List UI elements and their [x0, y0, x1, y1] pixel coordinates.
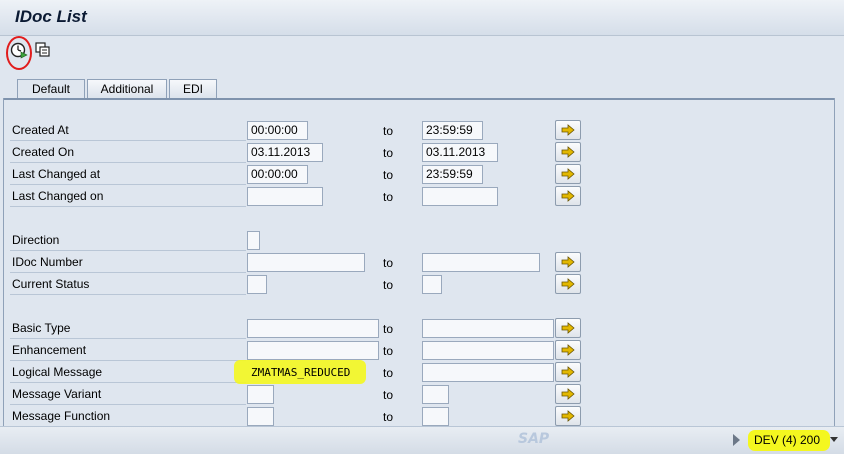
to-label: to [383, 190, 394, 204]
enhancement-label: Enhancement [10, 340, 246, 361]
enhancement-to-field[interactable] [422, 341, 554, 360]
created-at-to-field[interactable]: 23:59:59 [422, 121, 483, 140]
sap-logo: SAP [518, 431, 550, 447]
to-label: to [383, 146, 394, 160]
row-idoc-number: IDoc Number to [10, 252, 840, 274]
multi-select-arrow-icon [561, 322, 575, 334]
message-variant-label: Message Variant [10, 384, 246, 405]
to-label: to [383, 322, 394, 336]
multi-select-arrow-icon [561, 124, 575, 136]
last-changed-on-from-field[interactable] [247, 187, 323, 206]
page-title: IDoc List [15, 7, 87, 26]
multi-select-arrow-icon [561, 388, 575, 400]
idoc-number-from-field[interactable] [247, 253, 365, 272]
message-function-multiple-selection-button[interactable] [555, 406, 581, 426]
title-bar: IDoc List [0, 0, 844, 36]
tab-additional-label: Additional [100, 82, 154, 96]
enhancement-from-field[interactable] [247, 341, 379, 360]
to-label: to [383, 256, 394, 270]
tab-edi-label: EDI [182, 82, 203, 96]
message-variant-multiple-selection-button[interactable] [555, 384, 581, 404]
tab-additional[interactable]: Additional [87, 79, 167, 99]
last-changed-at-label: Last Changed at [10, 164, 246, 185]
last-changed-at-from-field[interactable]: 00:00:00 [247, 165, 308, 184]
multi-select-arrow-icon [561, 410, 575, 422]
to-label: to [383, 388, 394, 402]
system-info: DEV (4) 200 [754, 433, 821, 447]
created-on-from-field[interactable]: 03.11.2013 [247, 143, 323, 162]
row-message-function: Message Function to [10, 406, 840, 428]
last-changed-at-multiple-selection-button[interactable] [555, 164, 581, 184]
multi-select-arrow-icon [561, 344, 575, 356]
basic-type-multiple-selection-button[interactable] [555, 318, 581, 338]
message-function-label: Message Function [10, 406, 246, 427]
multi-select-arrow-icon [561, 146, 575, 158]
row-current-status: Current Status to [10, 274, 840, 296]
row-logical-message: Logical Message ZMATMAS_REDUCED to [10, 360, 840, 384]
logical-message-from-field[interactable]: ZMATMAS_REDUCED [247, 363, 379, 382]
to-label: to [383, 278, 394, 292]
basic-type-label: Basic Type [10, 318, 246, 339]
idoc-number-label: IDoc Number [10, 252, 246, 273]
multi-select-arrow-icon [561, 190, 575, 202]
created-on-label: Created On [10, 142, 246, 163]
message-variant-to-field[interactable] [422, 385, 449, 404]
current-status-to-field[interactable] [422, 275, 442, 294]
row-created-at: Created At 00:00:00 to 23:59:59 [10, 120, 840, 142]
created-at-multiple-selection-button[interactable] [555, 120, 581, 140]
red-annotation-circle [6, 36, 32, 70]
row-direction: Direction [10, 230, 840, 252]
status-bar: SAP DEV (4) 200 [0, 426, 844, 454]
row-basic-type: Basic Type to [10, 318, 840, 340]
created-at-from-field[interactable]: 00:00:00 [247, 121, 308, 140]
to-label: to [383, 124, 394, 138]
to-label: to [383, 168, 394, 182]
basic-type-from-field[interactable] [247, 319, 379, 338]
logical-message-label: Logical Message [10, 362, 246, 383]
enhancement-multiple-selection-button[interactable] [555, 340, 581, 360]
direction-field[interactable] [247, 231, 260, 250]
system-info-dropdown-icon[interactable] [830, 437, 838, 442]
created-on-multiple-selection-button[interactable] [555, 142, 581, 162]
multi-select-arrow-icon [561, 278, 575, 290]
last-changed-on-label: Last Changed on [10, 186, 246, 207]
tab-default-label: Default [31, 82, 71, 96]
logical-message-to-field[interactable] [422, 363, 554, 382]
row-enhancement: Enhancement to [10, 340, 840, 362]
idoc-number-to-field[interactable] [422, 253, 540, 272]
row-message-variant: Message Variant to [10, 384, 840, 406]
created-on-to-field[interactable]: 03.11.2013 [422, 143, 498, 162]
logical-message-multiple-selection-button[interactable] [555, 362, 581, 382]
tab-edi[interactable]: EDI [169, 79, 217, 99]
message-function-from-field[interactable] [247, 407, 274, 426]
current-status-multiple-selection-button[interactable] [555, 274, 581, 294]
to-label: to [383, 410, 394, 424]
created-at-label: Created At [10, 120, 246, 141]
status-expand-icon[interactable] [733, 434, 740, 446]
row-created-on: Created On 03.11.2013 to 03.11.2013 [10, 142, 840, 164]
application-toolbar [0, 36, 844, 64]
to-label: to [383, 344, 394, 358]
to-label: to [383, 366, 394, 380]
row-last-changed-at: Last Changed at 00:00:00 to 23:59:59 [10, 164, 840, 186]
basic-type-to-field[interactable] [422, 319, 554, 338]
panel-divider [4, 98, 834, 100]
multi-select-arrow-icon [561, 256, 575, 268]
multi-select-arrow-icon [561, 366, 575, 378]
get-variant-icon[interactable] [34, 41, 52, 59]
message-function-to-field[interactable] [422, 407, 449, 426]
tab-default[interactable]: Default [17, 79, 85, 100]
current-status-label: Current Status [10, 274, 246, 295]
idoc-number-multiple-selection-button[interactable] [555, 252, 581, 272]
direction-label: Direction [10, 230, 246, 251]
last-changed-at-to-field[interactable]: 23:59:59 [422, 165, 483, 184]
last-changed-on-multiple-selection-button[interactable] [555, 186, 581, 206]
multi-select-arrow-icon [561, 168, 575, 180]
message-variant-from-field[interactable] [247, 385, 274, 404]
current-status-from-field[interactable] [247, 275, 267, 294]
last-changed-on-to-field[interactable] [422, 187, 498, 206]
row-last-changed-on: Last Changed on to [10, 186, 840, 208]
